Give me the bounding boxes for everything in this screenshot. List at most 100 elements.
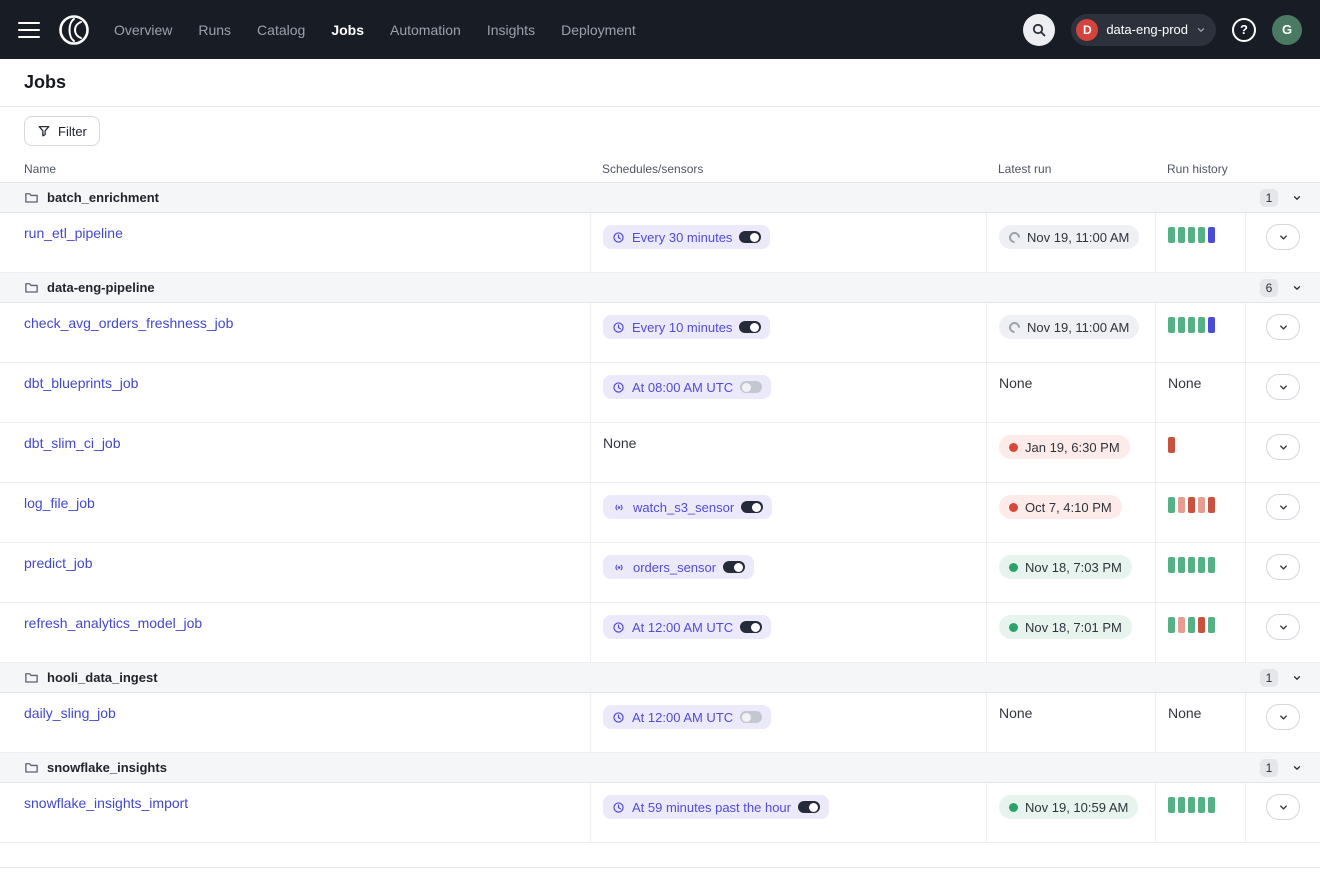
collapse-caret-icon[interactable] — [1292, 283, 1302, 293]
nav-jobs[interactable]: Jobs — [331, 22, 364, 38]
run-history — [1155, 303, 1245, 362]
run-history-bar[interactable] — [1168, 437, 1175, 453]
search-button[interactable] — [1023, 14, 1055, 46]
sensor-pill[interactable]: orders_sensor — [603, 555, 754, 579]
run-history-bar[interactable] — [1198, 317, 1205, 333]
run-history-bar[interactable] — [1188, 497, 1195, 513]
nav-overview[interactable]: Overview — [114, 22, 172, 38]
nav-insights[interactable]: Insights — [487, 22, 535, 38]
nav-automation[interactable]: Automation — [390, 22, 461, 38]
job-row: check_avg_orders_freshness_job Every 10 … — [0, 303, 1320, 363]
run-history-bar[interactable] — [1208, 497, 1215, 513]
latest-run-pill[interactable]: Jan 19, 6:30 PM — [999, 435, 1130, 459]
group-count-badge: 1 — [1260, 759, 1278, 777]
clock-icon — [612, 381, 625, 394]
nav-catalog[interactable]: Catalog — [257, 22, 305, 38]
run-history-bar[interactable] — [1208, 227, 1215, 243]
nav-deployment[interactable]: Deployment — [561, 22, 636, 38]
run-history-bar[interactable] — [1198, 617, 1205, 633]
job-name-link[interactable]: snowflake_insights_import — [24, 795, 188, 811]
schedule-toggle[interactable] — [739, 231, 761, 243]
run-history-bar[interactable] — [1198, 797, 1205, 813]
schedule-toggle[interactable] — [740, 381, 762, 393]
run-history-bar[interactable] — [1178, 227, 1185, 243]
latest-run-pill[interactable]: Oct 7, 4:10 PM — [999, 495, 1122, 519]
run-history — [1155, 423, 1245, 482]
job-name-link[interactable]: log_file_job — [24, 495, 95, 511]
sensor-pill[interactable]: watch_s3_sensor — [603, 495, 772, 519]
job-name-link[interactable]: dbt_slim_ci_job — [24, 435, 121, 451]
help-button[interactable]: ? — [1232, 18, 1256, 42]
run-history-bar[interactable] — [1168, 317, 1175, 333]
run-history-bar[interactable] — [1188, 227, 1195, 243]
run-history-bar[interactable] — [1178, 797, 1185, 813]
expand-row-button[interactable] — [1266, 224, 1300, 250]
expand-row-button[interactable] — [1266, 554, 1300, 580]
run-history-bar[interactable] — [1198, 497, 1205, 513]
job-name-link[interactable]: predict_job — [24, 555, 93, 571]
latest-run-pill[interactable]: Nov 19, 11:00 AM — [999, 225, 1139, 249]
job-name-link[interactable]: check_avg_orders_freshness_job — [24, 315, 233, 331]
run-history-bar[interactable] — [1208, 557, 1215, 573]
run-history-bar[interactable] — [1198, 557, 1205, 573]
expand-row-button[interactable] — [1266, 374, 1300, 400]
dagster-logo[interactable] — [56, 12, 92, 48]
latest-run-pill[interactable]: Nov 19, 11:00 AM — [999, 315, 1139, 339]
schedule-pill[interactable]: At 08:00 AM UTC — [603, 375, 771, 399]
run-history-bar[interactable] — [1198, 227, 1205, 243]
collapse-caret-icon[interactable] — [1292, 193, 1302, 203]
latest-run-pill[interactable]: Nov 18, 7:01 PM — [999, 615, 1132, 639]
run-history-bar[interactable] — [1178, 557, 1185, 573]
job-name-link[interactable]: dbt_blueprints_job — [24, 375, 138, 391]
schedule-toggle[interactable] — [740, 621, 762, 633]
run-history-bar[interactable] — [1168, 557, 1175, 573]
run-history-bar[interactable] — [1178, 317, 1185, 333]
latest-run-pill[interactable]: Nov 18, 7:03 PM — [999, 555, 1132, 579]
expand-row-button[interactable] — [1266, 704, 1300, 730]
menu-icon[interactable] — [18, 22, 40, 38]
run-history-bar[interactable] — [1168, 797, 1175, 813]
expand-row-button[interactable] — [1266, 794, 1300, 820]
group-row-snowflake-insights: snowflake_insights 1 — [0, 753, 1320, 783]
run-history-bar[interactable] — [1168, 497, 1175, 513]
latest-run-pill[interactable]: Nov 19, 10:59 AM — [999, 795, 1138, 819]
sensor-toggle[interactable] — [741, 501, 763, 513]
run-history-bar[interactable] — [1178, 617, 1185, 633]
run-history-bar[interactable] — [1188, 557, 1195, 573]
run-history-bar[interactable] — [1208, 317, 1215, 333]
schedule-pill[interactable]: Every 10 minutes — [603, 315, 770, 339]
sensor-toggle[interactable] — [723, 561, 745, 573]
column-header-latest-run: Latest run — [986, 162, 1155, 176]
job-name-link[interactable]: daily_sling_job — [24, 705, 116, 721]
schedule-pill[interactable]: At 59 minutes past the hour — [603, 795, 829, 819]
expand-row-button[interactable] — [1266, 494, 1300, 520]
expand-row-button[interactable] — [1266, 614, 1300, 640]
schedule-toggle[interactable] — [739, 321, 761, 333]
job-name-link[interactable]: refresh_analytics_model_job — [24, 615, 202, 631]
schedule-label: Every 10 minutes — [632, 320, 732, 335]
collapse-caret-icon[interactable] — [1292, 763, 1302, 773]
run-history-bar[interactable] — [1178, 497, 1185, 513]
job-name-link[interactable]: run_etl_pipeline — [24, 225, 123, 241]
schedule-toggle[interactable] — [798, 801, 820, 813]
run-history-bar[interactable] — [1188, 617, 1195, 633]
latest-run-time: Nov 18, 7:03 PM — [1025, 560, 1122, 575]
schedule-pill[interactable]: At 12:00 AM UTC — [603, 705, 771, 729]
nav-runs[interactable]: Runs — [198, 22, 231, 38]
run-history-bar[interactable] — [1188, 797, 1195, 813]
collapse-caret-icon[interactable] — [1292, 673, 1302, 683]
schedule-pill[interactable]: At 12:00 AM UTC — [603, 615, 771, 639]
run-history-bar[interactable] — [1168, 617, 1175, 633]
deployment-switcher[interactable]: D data-eng-prod — [1071, 14, 1216, 46]
schedule-pill[interactable]: Every 30 minutes — [603, 225, 770, 249]
run-history-bar[interactable] — [1168, 227, 1175, 243]
filter-button[interactable]: Filter — [24, 116, 100, 146]
run-history-bar[interactable] — [1188, 317, 1195, 333]
run-history-bar[interactable] — [1208, 797, 1215, 813]
group-count-badge: 1 — [1260, 189, 1278, 207]
schedule-toggle[interactable] — [740, 711, 762, 723]
expand-row-button[interactable] — [1266, 434, 1300, 460]
expand-row-button[interactable] — [1266, 314, 1300, 340]
run-history-bar[interactable] — [1208, 617, 1215, 633]
user-avatar[interactable]: G — [1272, 15, 1302, 45]
